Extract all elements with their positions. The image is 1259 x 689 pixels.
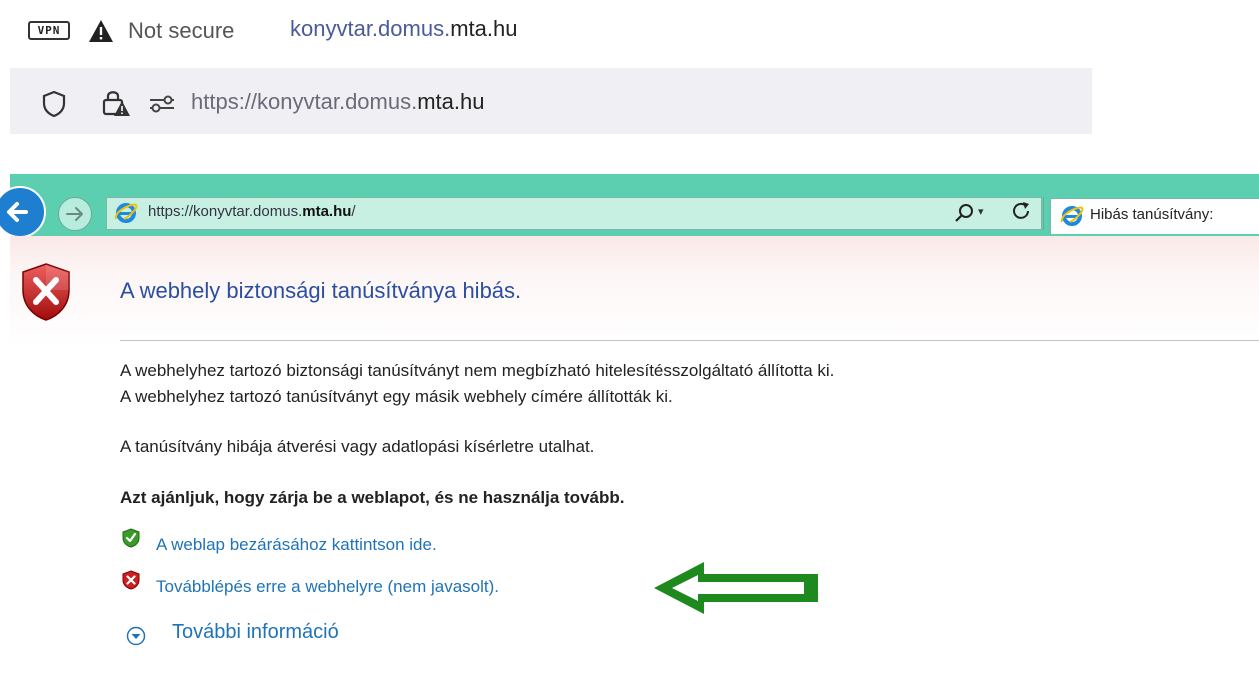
address-url-suffix: /: [351, 203, 356, 220]
url-prefix: https://konyvtar.domus.: [191, 89, 418, 114]
address-url[interactable]: https://konyvtar.domus.mta.hu/: [148, 203, 356, 220]
ie-logo-icon: [114, 203, 138, 223]
search-icon[interactable]: [953, 202, 975, 224]
continue-to-site-link[interactable]: Továbblépés erre a webhelyre (nem javaso…: [156, 577, 499, 597]
description-line-3: A tanúsítvány hibája átverési vagy adatl…: [120, 437, 595, 456]
vpn-badge[interactable]: VPN: [28, 21, 70, 40]
forward-button[interactable]: [58, 197, 92, 231]
domain-prefix: konyvtar.domus.: [290, 16, 451, 41]
back-button[interactable]: [0, 186, 46, 238]
domain-text[interactable]: konyvtar.domus.mta.hu: [290, 16, 517, 42]
ok-shield-icon: [122, 528, 140, 548]
divider: [120, 340, 1259, 341]
address-url-prefix: https://konyvtar.domus.: [148, 203, 303, 220]
close-page-link[interactable]: A weblap bezárásához kattintson ide.: [156, 535, 437, 555]
search-dropdown-icon[interactable]: ▾: [978, 205, 984, 218]
ie-logo-icon: [1060, 206, 1084, 226]
url-text[interactable]: https://konyvtar.domus.mta.hu: [191, 89, 485, 115]
description-line-1: A webhelyhez tartozó biztonsági tanúsítv…: [120, 361, 835, 380]
refresh-icon[interactable]: [1010, 200, 1032, 222]
forward-arrow-icon: [66, 207, 83, 221]
warning-triangle-icon: [89, 20, 113, 42]
address-url-main: mta.hu: [302, 203, 352, 220]
page-title: A webhely biztonsági tanúsítványa hibás.: [120, 278, 522, 303]
expand-circle-icon[interactable]: [126, 626, 146, 646]
not-secure-label[interactable]: Not secure: [128, 18, 234, 44]
green-arrow-icon: [654, 562, 818, 614]
domain-main: mta.hu: [450, 16, 518, 41]
lock-warning-icon[interactable]: [102, 88, 130, 118]
more-info-link[interactable]: További információ: [172, 621, 339, 644]
error-shield-icon: [22, 263, 70, 321]
tune-icon[interactable]: [148, 94, 176, 114]
toolbar-divider: [1043, 197, 1044, 230]
error-shield-small-icon: [122, 570, 140, 590]
back-arrow-icon: [7, 202, 28, 222]
url-main: mta.hu: [417, 89, 485, 114]
shield-outline-icon[interactable]: [42, 90, 66, 118]
tab-title[interactable]: Hibás tanúsítvány:: [1090, 206, 1213, 223]
description-line-2: A webhelyhez tartozó tanúsítványt egy má…: [120, 387, 673, 406]
recommendation-text: Azt ajánljuk, hogy zárja be a weblapot, …: [120, 488, 625, 507]
